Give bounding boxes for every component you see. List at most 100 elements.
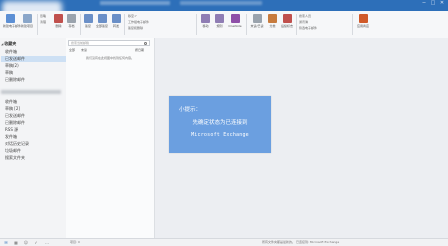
rules-label: 规则 <box>216 24 223 28</box>
folder-item[interactable]: 收件箱 <box>5 49 17 55</box>
ribbon-separator <box>246 14 247 35</box>
quick-step-move[interactable]: 移至:? <box>128 14 137 18</box>
minimize-icon[interactable]: ─ <box>420 1 428 6</box>
ribbon-separator <box>37 14 38 35</box>
envelope-icon <box>252 14 262 23</box>
folder-item[interactable]: 搜索文件夹 <box>5 155 25 161</box>
folder-item[interactable]: 已删除邮件 <box>5 120 25 126</box>
folder-item[interactable]: 已发送邮件 <box>5 113 25 119</box>
ribbon-separator <box>196 14 197 35</box>
folder-item[interactable]: RSS 源 <box>5 127 18 133</box>
search-people-field[interactable]: 搜索人员 <box>299 14 311 18</box>
rules-icon <box>215 14 224 23</box>
delete-label: 删除 <box>55 24 62 28</box>
ribbon-separator <box>80 14 81 35</box>
message-list: 搜索当前邮箱 全部 未读 按日期 我们没有在此视图中找到任何内容。 <box>66 38 155 238</box>
archive-label: 存档 <box>68 24 75 28</box>
onenote-icon <box>230 14 240 23</box>
tip-popup: 小提示： 先确定状态为已连接到 Microsoft Exchange <box>169 96 271 153</box>
reply-all-label: 全部答复 <box>95 24 108 28</box>
calendar-nav-icon[interactable]: ▦ <box>13 240 19 245</box>
status-bar: ✉ ▦ ☺ ✓ … 项目: 0 所有文件夹都是最新的。 已连接到: Micros… <box>0 238 448 246</box>
delete-icon <box>54 14 63 23</box>
folder-item-selected[interactable]: 已发送邮件 <box>1 56 67 62</box>
tip-title: 小提示： <box>179 107 202 113</box>
tasks-nav-icon[interactable]: ✓ <box>33 240 39 245</box>
ribbon-separator <box>296 14 297 35</box>
new-email-label: 新建电子邮件 <box>3 24 22 28</box>
folder-item[interactable]: 垃圾邮件 <box>5 148 21 154</box>
search-input[interactable]: 搜索当前邮箱 <box>68 40 150 46</box>
favorites-header[interactable]: ◢收藏夹 <box>1 41 16 47</box>
forward-label: 转发 <box>112 24 119 28</box>
new-email-icon <box>5 14 15 23</box>
mail-nav-icon[interactable]: ✉ <box>3 240 9 245</box>
reply-button[interactable]: 答复 <box>83 14 93 32</box>
sort-dropdown[interactable]: 按日期 <box>135 48 144 52</box>
onenote-label: OneNote <box>228 24 242 28</box>
people-nav-icon[interactable]: ☺ <box>23 240 29 245</box>
filter-bar: 全部 未读 按日期 <box>69 48 151 53</box>
folder-item[interactable]: 发件箱 <box>5 134 17 140</box>
search-placeholder: 搜索当前邮箱 <box>71 41 90 45</box>
categorize-label: 分类 <box>269 24 276 28</box>
store-icon <box>358 14 368 23</box>
folder-item[interactable]: 草稿(2) <box>5 63 19 69</box>
folder-item[interactable]: 对话历史记录 <box>5 141 29 147</box>
tip-line-1: 先确定状态为已连接到 <box>192 120 248 126</box>
follow-up-label: 后续标志 <box>280 24 293 28</box>
move-label: 移动 <box>202 24 209 28</box>
ribbon-separator <box>352 14 353 35</box>
archive-button[interactable]: 存档 <box>66 14 77 32</box>
more-nav-icon[interactable]: … <box>44 240 50 245</box>
reply-label: 答复 <box>84 24 91 28</box>
folder-item[interactable]: 草稿 <box>5 70 13 76</box>
archive-icon <box>67 14 76 23</box>
new-items-label: 新建项目 <box>20 24 33 28</box>
delete-button[interactable]: 删除 <box>53 14 64 32</box>
close-icon[interactable]: ✕ <box>438 1 446 6</box>
blurred-account-name <box>1 90 61 94</box>
store-button[interactable]: 应用商店 <box>356 14 370 32</box>
onenote-button[interactable]: OneNote <box>228 14 242 32</box>
folder-item[interactable]: 收件箱 <box>5 99 17 105</box>
item-count: 项目: 0 <box>70 240 80 244</box>
connection-status: 所有文件夹都是最新的。 已连接到: Microsoft Exchange <box>262 240 340 244</box>
ribbon-separator <box>124 14 125 35</box>
filter-all[interactable]: 全部 <box>69 48 75 52</box>
unread-read-button[interactable]: 未读/已读 <box>250 14 264 32</box>
address-book-link[interactable]: 通讯簿 <box>299 20 308 24</box>
folder-item[interactable]: 草稿 [2] <box>5 106 20 112</box>
move-button[interactable]: 移动 <box>200 14 211 32</box>
new-items-icon <box>22 14 32 23</box>
categorize-button[interactable]: 分类 <box>267 14 278 32</box>
quick-step-team-email[interactable]: 工作组电子邮件 <box>128 20 149 24</box>
search-icon[interactable] <box>144 42 147 45</box>
new-email-button[interactable]: 新建电子邮件 <box>3 14 22 32</box>
filter-email-dropdown[interactable]: 筛选电子邮件 <box>299 26 317 30</box>
rules-button[interactable]: 规则 <box>214 14 225 32</box>
favorites-header-label: 收藏夹 <box>4 41 17 46</box>
blurred-tell-me-box <box>180 1 262 5</box>
clean-up-button[interactable]: 清理 <box>40 20 46 24</box>
flag-icon <box>282 14 292 23</box>
folder-pane: ◢收藏夹 收件箱 已发送邮件 草稿(2) 草稿 已删除邮件 收件箱 草稿 [2]… <box>0 38 67 238</box>
new-items-button[interactable]: 新建项目 <box>20 14 34 32</box>
ignore-button[interactable]: 忽略 <box>40 14 46 18</box>
categorize-icon <box>268 14 277 23</box>
collapse-icon: ◢ <box>1 42 4 46</box>
quick-step-reply-delete[interactable]: 答复和删除 <box>128 26 143 30</box>
ribbon: 新建电子邮件 新建项目 忽略 清理 删除 存档 答复 全部答复 转发 移至:? … <box>0 11 448 49</box>
folder-item[interactable]: 已删除邮件 <box>5 77 25 83</box>
title-bar: ─ □ ✕ <box>0 0 448 23</box>
blurred-title-text <box>100 1 170 5</box>
store-label: 应用商店 <box>356 24 369 28</box>
maximize-icon[interactable]: □ <box>429 1 437 6</box>
tip-line-2: Microsoft Exchange <box>191 132 249 138</box>
forward-button[interactable]: 转发 <box>111 14 121 32</box>
reply-all-icon <box>97 14 107 23</box>
reply-all-button[interactable]: 全部答复 <box>95 14 109 32</box>
filter-unread[interactable]: 未读 <box>81 48 87 52</box>
follow-up-button[interactable]: 后续标志 <box>280 14 294 32</box>
unread-read-label: 未读/已读 <box>250 24 264 28</box>
